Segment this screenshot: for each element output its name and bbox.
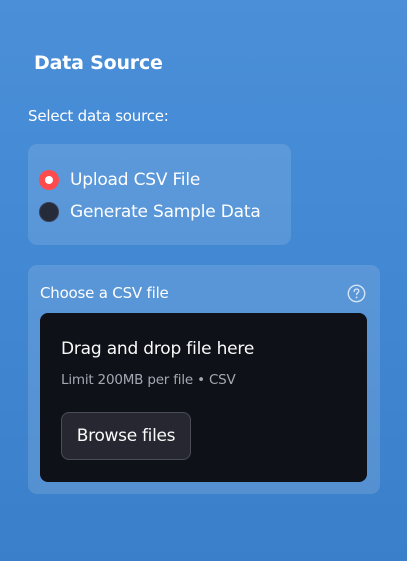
radio-checked-icon[interactable] — [39, 170, 59, 190]
radio-option-label: Generate Sample Data — [70, 202, 261, 222]
radio-option-upload-csv[interactable]: Upload CSV File — [39, 168, 200, 192]
data-source-radio-group: Upload CSV File Generate Sample Data — [28, 144, 291, 245]
radio-option-generate-sample[interactable]: Generate Sample Data — [39, 200, 261, 224]
csv-file-uploader: Choose a CSV file Drag and drop file her… — [28, 265, 380, 494]
dropzone-limit-text: Limit 200MB per file • CSV — [61, 372, 236, 388]
radio-unchecked-icon[interactable] — [39, 202, 59, 222]
file-dropzone[interactable]: Drag and drop file here Limit 200MB per … — [40, 313, 367, 482]
uploader-label: Choose a CSV file — [40, 284, 169, 302]
dropzone-title: Drag and drop file here — [61, 339, 255, 359]
sidebar-heading: Data Source — [34, 52, 163, 74]
radio-option-label: Upload CSV File — [70, 170, 201, 190]
data-source-radio-label: Select data source: — [28, 107, 169, 125]
browse-files-button[interactable]: Browse files — [61, 412, 191, 460]
question-circle-icon[interactable] — [347, 284, 366, 303]
